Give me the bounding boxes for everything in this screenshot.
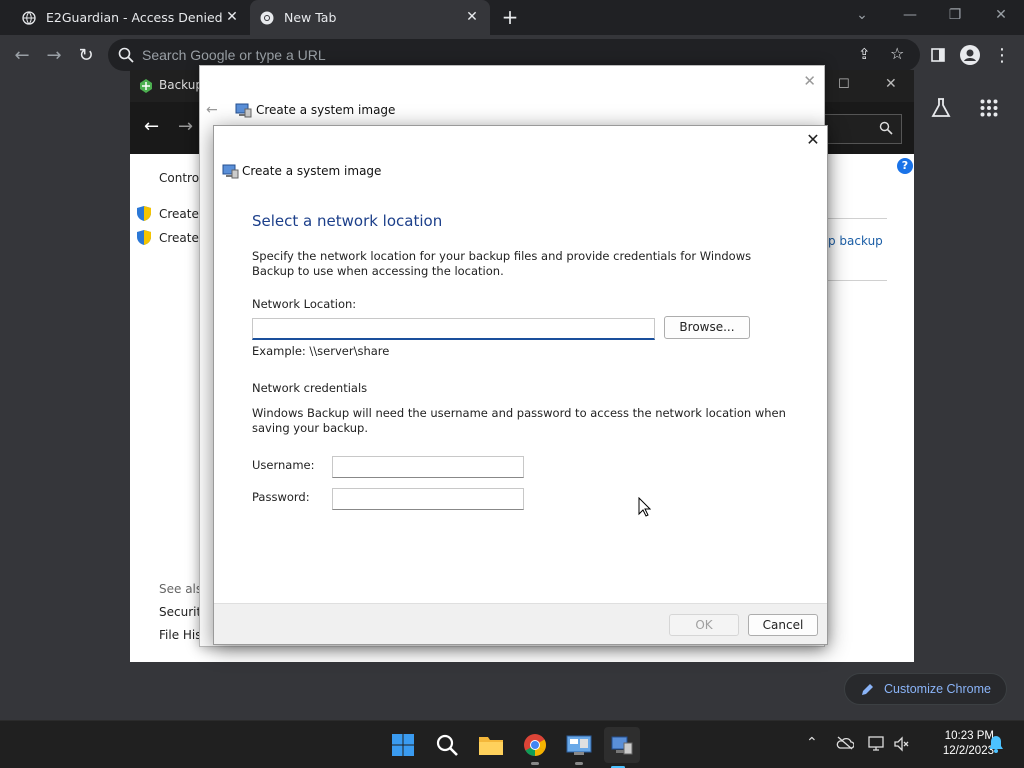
show-hidden-icons-chevron-icon[interactable]: ⌃ [806, 735, 818, 751]
running-indicator [531, 762, 539, 765]
network-location-input[interactable] [252, 318, 655, 340]
username-input[interactable] [332, 456, 524, 478]
clock-date: 12/2/2023 [942, 745, 994, 757]
close-window-icon[interactable]: ✕ [885, 76, 897, 92]
dialog-caption: Create a system image [242, 164, 382, 178]
tab-search-icon[interactable]: ⌄ [842, 0, 882, 30]
browse-button[interactable]: Browse... [664, 316, 750, 339]
pencil-icon [862, 683, 873, 695]
start-windows-icon[interactable] [389, 731, 417, 759]
back-arrow-icon[interactable]: ← [206, 102, 218, 118]
divider [827, 218, 887, 219]
cp-link-control-panel[interactable]: Control [159, 171, 202, 185]
profile-icon[interactable] [958, 43, 982, 67]
password-input[interactable] [332, 488, 524, 510]
chrome-icon [260, 11, 274, 25]
minimize-icon[interactable]: — [890, 0, 930, 30]
cp-link-setup-backup[interactable]: p backup [828, 234, 883, 248]
control-panel-icon[interactable] [565, 731, 593, 765]
tab-title: New Tab [284, 10, 337, 25]
forward-arrow-icon[interactable]: → [42, 43, 66, 67]
dialog-footer: OK Cancel [214, 603, 827, 644]
search-icon [879, 121, 893, 138]
page-title: Select a network location [252, 212, 443, 230]
omnibox-placeholder: Search Google or type a URL [142, 47, 326, 63]
more-menu-icon[interactable]: ⋮ [990, 43, 1014, 67]
ok-button[interactable]: OK [669, 614, 739, 636]
running-indicator [575, 762, 583, 765]
chrome-icon[interactable] [521, 731, 549, 765]
chrome-tabstrip: E2Guardian - Access Denied ✕ New Tab ✕ +… [0, 0, 1024, 35]
close-window-icon[interactable]: ✕ [981, 0, 1021, 30]
new-tab-button[interactable]: + [500, 6, 520, 28]
wizard-title: Create a system image [256, 103, 396, 117]
tab-title: E2Guardian - Access Denied [46, 10, 223, 25]
reload-icon[interactable]: ↻ [74, 43, 98, 67]
backup-taskbar-icon[interactable] [604, 727, 640, 768]
side-panel-icon[interactable] [926, 43, 950, 67]
example-text: Example: \\server\share [252, 344, 390, 358]
restore-icon[interactable]: ❐ [935, 0, 975, 30]
notification-bell-icon[interactable] [988, 735, 1004, 757]
globe-icon [22, 10, 36, 25]
customize-chrome-button[interactable]: Customize Chrome [844, 673, 1007, 705]
google-apps-icon[interactable] [980, 99, 998, 120]
onedrive-cloud-icon[interactable] [836, 736, 855, 754]
network-location-dialog: ✕ Create a system image Select a network… [213, 125, 828, 645]
password-label: Password: [252, 490, 310, 504]
close-icon[interactable]: ✕ [803, 72, 816, 90]
back-arrow-icon[interactable]: ← [144, 116, 159, 137]
cp-search-box[interactable] [820, 114, 902, 144]
username-label: Username: [252, 458, 315, 472]
bookmark-star-icon[interactable]: ☆ [890, 44, 904, 63]
system-image-icon [221, 162, 239, 183]
system-image-icon [234, 101, 252, 122]
network-credentials-heading: Network credentials [252, 381, 368, 395]
search-icon [118, 47, 134, 66]
tab-e2guardian[interactable]: E2Guardian - Access Denied ✕ [22, 0, 240, 35]
uac-shield-icon [137, 230, 151, 248]
network-location-label: Network Location: [252, 297, 357, 311]
labs-flask-icon[interactable] [930, 97, 952, 122]
search-icon[interactable] [433, 731, 461, 759]
cancel-button[interactable]: Cancel [748, 614, 818, 636]
maximize-icon[interactable]: ☐ [838, 77, 850, 92]
network-icon[interactable] [868, 736, 886, 756]
divider [827, 280, 887, 281]
file-explorer-icon[interactable] [477, 731, 505, 759]
customize-chrome-label: Customize Chrome [884, 682, 991, 696]
mouse-cursor-icon [638, 496, 652, 520]
network-credentials-description: Windows Backup will need the username an… [252, 406, 786, 435]
backup-icon [138, 78, 154, 97]
system-clock[interactable]: 10:23 PM 12/2/2023 [918, 729, 994, 759]
help-icon[interactable]: ? [897, 158, 913, 174]
back-arrow-icon[interactable]: ← [10, 43, 34, 67]
tab-new-tab[interactable]: New Tab ✕ [250, 0, 490, 35]
uac-shield-icon [137, 206, 151, 224]
cp-title: Backup [159, 78, 203, 92]
close-icon[interactable]: ✕ [805, 132, 821, 148]
close-tab-icon[interactable]: ✕ [224, 9, 240, 25]
clock-time: 10:23 PM [944, 730, 994, 742]
forward-arrow-icon[interactable]: → [178, 116, 193, 137]
close-tab-icon[interactable]: ✕ [464, 9, 480, 25]
share-icon[interactable]: ⇪ [858, 45, 871, 63]
taskbar: ⌃ 10:23 PM 12/2/2023 [0, 720, 1024, 768]
volume-muted-icon[interactable] [894, 736, 910, 756]
dialog-description: Specify the network location for your ba… [252, 249, 752, 278]
